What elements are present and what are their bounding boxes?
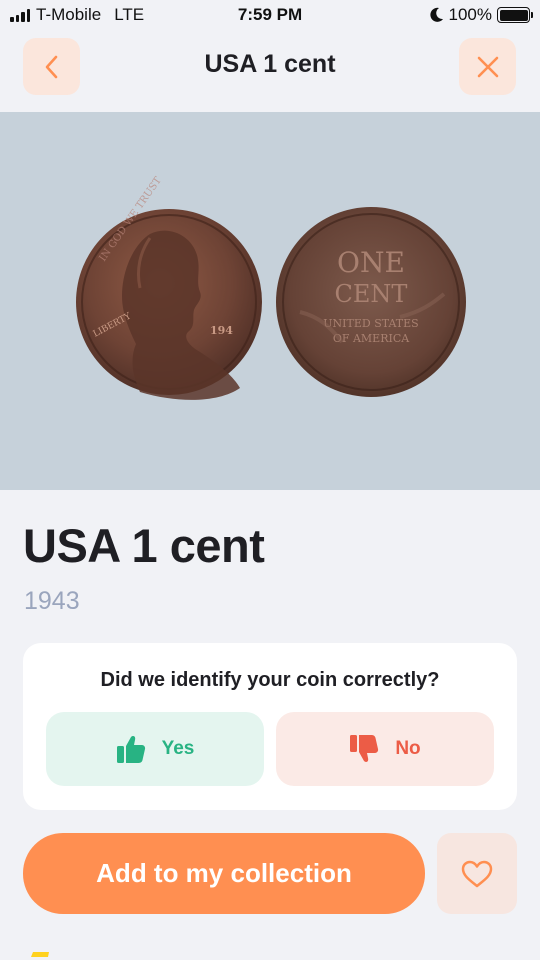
close-icon [477,56,498,77]
add-to-collection-label: Add to my collection [96,858,352,888]
coin-reverse-united-states: UNITED STATES [323,317,418,330]
section-icon-peek [31,952,49,957]
status-bar: T-Mobile LTE 7:59 PM 100% [0,0,540,30]
status-right: 100% [429,5,533,25]
favorite-button[interactable] [437,833,517,914]
moon-icon [429,7,443,22]
no-button[interactable]: No [276,712,494,786]
battery-icon [497,7,533,23]
coin-reverse: ONE CENT UNITED STATES OF AMERICA [276,207,466,397]
thumbs-up-icon [116,736,145,763]
no-label: No [395,738,421,759]
close-button[interactable] [459,38,516,95]
coin-year: 1943 [24,587,80,615]
coin-obverse: LIBERTY 194 IN GOD WE TRUST [76,175,262,400]
thumbs-down-icon [350,735,379,762]
yes-label: Yes [161,738,195,759]
coin-obverse-date: 194 [210,324,233,337]
page-title: USA 1 cent [204,50,336,78]
battery-label: 100% [448,5,492,24]
add-to-collection-button[interactable]: Add to my collection [23,833,425,914]
screen: T-Mobile LTE 7:59 PM 100% USA 1 cent LIB… [0,0,540,960]
coin-reverse-one: ONE [337,246,405,279]
identify-card: Did we identify your coin correctly? Yes… [23,643,517,810]
back-button[interactable] [23,38,80,95]
coin-photo: LIBERTY 194 IN GOD WE TRUST ONE CENT UNI… [0,112,540,490]
coin-reverse-cent: CENT [335,280,408,308]
coin-reverse-of-america: OF AMERICA [333,332,410,345]
chevron-left-icon [45,55,57,78]
identify-question: Did we identify your coin correctly? [100,669,440,691]
coin-image: LIBERTY 194 IN GOD WE TRUST ONE CENT UNI… [76,175,466,400]
heart-icon [461,860,493,887]
yes-button[interactable]: Yes [46,712,264,786]
coin-title: USA 1 cent [23,519,265,572]
